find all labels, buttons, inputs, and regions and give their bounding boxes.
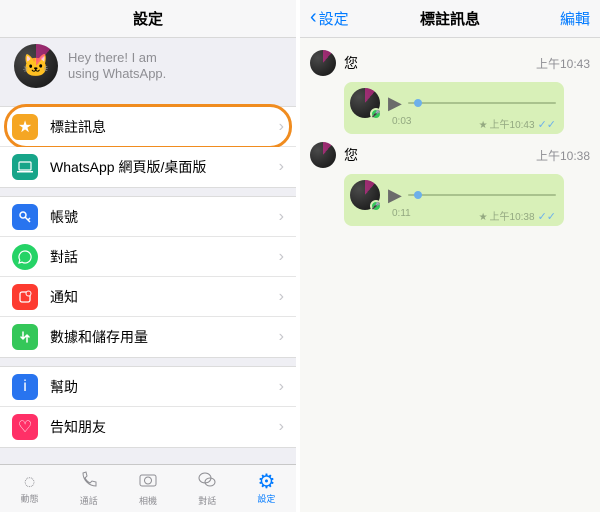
starred-message-list[interactable]: 您 上午10:43 🎤 ▶ 0:03 ★上午10:43✓✓	[300, 38, 600, 242]
chevron-right-icon: ›	[279, 378, 284, 396]
whatsapp-icon	[12, 244, 38, 270]
starred-pane: ‹ 設定 標註訊息 編輯 您 上午10:43 🎤 ▶ 0:03	[300, 0, 600, 512]
read-ticks-icon: ✓✓	[538, 119, 556, 131]
bubble-avatar-wrap: 🎤	[350, 180, 380, 210]
message-time: 上午10:43	[536, 55, 590, 72]
edit-label: 編輯	[560, 11, 590, 28]
row-web[interactable]: WhatsApp 網頁版/桌面版 ›	[0, 147, 296, 187]
row-data-label: 數據和儲存用量	[50, 327, 279, 347]
chats-icon	[197, 470, 217, 494]
settings-title: 設定	[133, 8, 163, 29]
tab-calls[interactable]: 通話	[59, 465, 118, 512]
row-data[interactable]: 數據和儲存用量 ›	[0, 317, 296, 357]
info-icon: i	[12, 374, 38, 400]
row-help[interactable]: i 幫助 ›	[0, 367, 296, 407]
chevron-right-icon: ›	[279, 248, 284, 266]
data-icon	[12, 324, 38, 350]
message-header: 您 上午10:43	[310, 50, 590, 76]
tab-chats[interactable]: 對話	[178, 465, 237, 512]
back-button[interactable]: ‹ 設定	[310, 7, 349, 30]
group-account: 帳號 › 對話 › 通知 › 數據和儲存用量	[0, 196, 296, 358]
audio-duration: 0:11	[392, 208, 411, 223]
gear-icon: ⚙	[257, 472, 275, 492]
tab-settings[interactable]: ⚙ 設定	[237, 465, 296, 512]
laptop-icon	[12, 154, 38, 180]
bubble-timestamp: 上午10:43	[490, 120, 535, 131]
row-chats[interactable]: 對話 ›	[0, 237, 296, 277]
chevron-right-icon: ›	[279, 118, 284, 136]
chevron-right-icon: ›	[279, 418, 284, 436]
key-icon	[12, 204, 38, 230]
notification-icon	[12, 284, 38, 310]
row-notifications-label: 通知	[50, 287, 279, 307]
heart-icon: ♡	[12, 414, 38, 440]
row-starred-label: 標註訊息	[50, 117, 279, 137]
bubble-avatar-wrap: 🎤	[350, 88, 380, 118]
tab-bar: ◌ 動態 通話 相機 對話 ⚙ 設定	[0, 464, 296, 512]
bubble-footer: 0:03 ★上午10:43✓✓	[392, 116, 556, 131]
edit-button[interactable]: 編輯	[560, 8, 590, 29]
profile-row[interactable]: 🐱 Hey there! I am using WhatsApp.	[0, 38, 296, 98]
sender-name: 您	[344, 145, 536, 165]
star-icon: ★	[479, 212, 488, 223]
star-icon: ★	[12, 114, 38, 140]
audio-track[interactable]	[408, 194, 556, 196]
row-help-label: 幫助	[50, 377, 279, 397]
sender-avatar	[310, 142, 336, 168]
play-button[interactable]: ▶	[388, 93, 402, 114]
tab-status-label: 動態	[21, 492, 39, 505]
settings-pane: 設定 🐱 Hey there! I am using WhatsApp. ★ 標…	[0, 0, 300, 512]
row-notifications[interactable]: 通知 ›	[0, 277, 296, 317]
starred-title: 標註訊息	[420, 8, 480, 29]
message-header: 您 上午10:38	[310, 142, 590, 168]
tab-settings-label: 設定	[257, 492, 275, 505]
row-tell-label: 告知朋友	[50, 417, 279, 437]
avatar[interactable]: 🐱	[14, 44, 58, 88]
row-tell[interactable]: ♡ 告知朋友 ›	[0, 407, 296, 447]
tab-camera-label: 相機	[139, 494, 157, 507]
status-icon: ◌	[24, 472, 36, 492]
tab-camera[interactable]: 相機	[118, 465, 177, 512]
tab-status[interactable]: ◌ 動態	[0, 465, 59, 512]
star-icon: ★	[479, 120, 488, 131]
starred-message[interactable]: 您 上午10:38 🎤 ▶ 0:11 ★上午10:38✓✓	[310, 142, 590, 226]
mic-icon: 🎤	[370, 200, 382, 212]
row-starred[interactable]: ★ 標註訊息 ›	[0, 107, 296, 147]
read-ticks-icon: ✓✓	[538, 211, 556, 223]
play-button[interactable]: ▶	[388, 185, 402, 206]
voice-message-bubble[interactable]: 🎤 ▶ 0:03 ★上午10:43✓✓	[344, 82, 564, 134]
tab-chats-label: 對話	[198, 494, 216, 507]
starred-navbar: ‹ 設定 標註訊息 編輯	[300, 0, 600, 38]
tab-calls-label: 通話	[80, 494, 98, 507]
settings-scroll[interactable]: 🐱 Hey there! I am using WhatsApp. ★ 標註訊息…	[0, 38, 296, 464]
message-time: 上午10:38	[536, 147, 590, 164]
audio-duration: 0:03	[392, 116, 411, 131]
starred-message[interactable]: 您 上午10:43 🎤 ▶ 0:03 ★上午10:43✓✓	[310, 50, 590, 134]
mic-icon: 🎤	[370, 108, 382, 120]
sender-name: 您	[344, 53, 536, 73]
audio-track[interactable]	[408, 102, 556, 104]
chevron-right-icon: ›	[279, 208, 284, 226]
chevron-left-icon: ‹	[310, 6, 317, 29]
back-label: 設定	[319, 8, 349, 29]
chevron-right-icon: ›	[279, 288, 284, 306]
chevron-right-icon: ›	[279, 158, 284, 176]
group-starred-web: ★ 標註訊息 › WhatsApp 網頁版/桌面版 ›	[0, 106, 296, 188]
camera-icon	[138, 470, 158, 494]
chevron-right-icon: ›	[279, 328, 284, 346]
row-account[interactable]: 帳號 ›	[0, 197, 296, 237]
row-chats-label: 對話	[50, 247, 279, 267]
bubble-footer: 0:11 ★上午10:38✓✓	[392, 208, 556, 223]
phone-icon	[79, 470, 99, 494]
bubble-timestamp: 上午10:38	[490, 212, 535, 223]
settings-navbar: 設定	[0, 0, 296, 38]
row-account-label: 帳號	[50, 207, 279, 227]
profile-status: Hey there! I am using WhatsApp.	[68, 50, 166, 83]
voice-message-bubble[interactable]: 🎤 ▶ 0:11 ★上午10:38✓✓	[344, 174, 564, 226]
group-help: i 幫助 › ♡ 告知朋友 ›	[0, 366, 296, 448]
sender-avatar	[310, 50, 336, 76]
row-web-label: WhatsApp 網頁版/桌面版	[50, 157, 279, 177]
